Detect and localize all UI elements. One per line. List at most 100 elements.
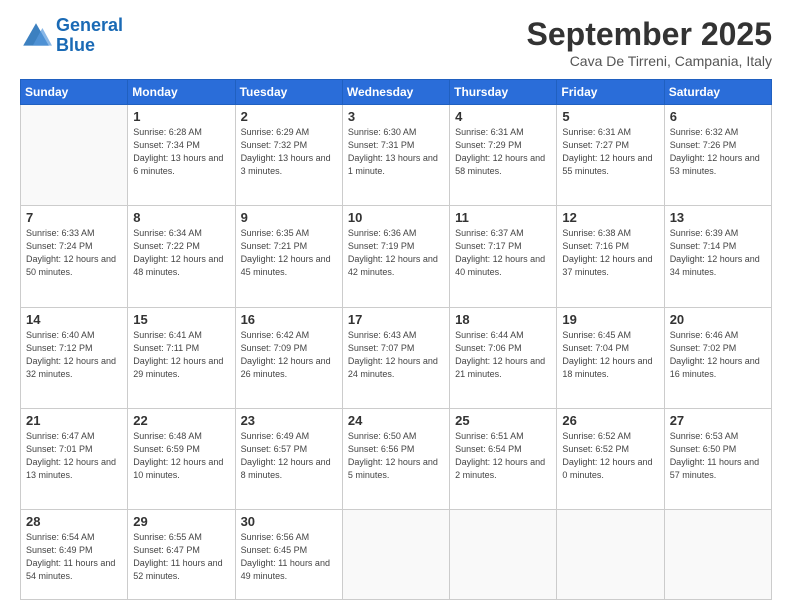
col-saturday: Saturday bbox=[664, 80, 771, 105]
day-number: 22 bbox=[133, 413, 229, 428]
calendar-cell: 2 Sunrise: 6:29 AM Sunset: 7:32 PM Daylig… bbox=[235, 105, 342, 206]
day-info: Sunrise: 6:46 AM Sunset: 7:02 PM Dayligh… bbox=[670, 329, 766, 381]
day-number: 29 bbox=[133, 514, 229, 529]
calendar-cell bbox=[342, 510, 449, 600]
calendar-cell: 22 Sunrise: 6:48 AM Sunset: 6:59 PM Dayli… bbox=[128, 408, 235, 509]
page: General Blue September 2025 Cava De Tirr… bbox=[0, 0, 792, 612]
day-info: Sunrise: 6:44 AM Sunset: 7:06 PM Dayligh… bbox=[455, 329, 551, 381]
day-info: Sunrise: 6:56 AM Sunset: 6:45 PM Dayligh… bbox=[241, 531, 337, 583]
month-title: September 2025 bbox=[527, 16, 772, 53]
day-number: 27 bbox=[670, 413, 766, 428]
day-info: Sunrise: 6:52 AM Sunset: 6:52 PM Dayligh… bbox=[562, 430, 658, 482]
calendar-cell bbox=[21, 105, 128, 206]
calendar-cell: 21 Sunrise: 6:47 AM Sunset: 7:01 PM Dayli… bbox=[21, 408, 128, 509]
col-friday: Friday bbox=[557, 80, 664, 105]
day-info: Sunrise: 6:28 AM Sunset: 7:34 PM Dayligh… bbox=[133, 126, 229, 178]
calendar-cell bbox=[557, 510, 664, 600]
day-info: Sunrise: 6:51 AM Sunset: 6:54 PM Dayligh… bbox=[455, 430, 551, 482]
calendar-cell: 7Sunrise: 6:33 AM Sunset: 7:24 PM Daylig… bbox=[21, 206, 128, 307]
day-number: 21 bbox=[26, 413, 122, 428]
calendar-cell: 3Sunrise: 6:30 AM Sunset: 7:31 PM Daylig… bbox=[342, 105, 449, 206]
day-info: Sunrise: 6:31 AM Sunset: 7:27 PM Dayligh… bbox=[562, 126, 658, 178]
day-info: Sunrise: 6:40 AM Sunset: 7:12 PM Dayligh… bbox=[26, 329, 122, 381]
col-tuesday: Tuesday bbox=[235, 80, 342, 105]
day-info: Sunrise: 6:41 AM Sunset: 7:11 PM Dayligh… bbox=[133, 329, 229, 381]
day-info: Sunrise: 6:36 AM Sunset: 7:19 PM Dayligh… bbox=[348, 227, 444, 279]
col-thursday: Thursday bbox=[450, 80, 557, 105]
day-info: Sunrise: 6:31 AM Sunset: 7:29 PM Dayligh… bbox=[455, 126, 551, 178]
calendar-cell bbox=[450, 510, 557, 600]
day-number: 8 bbox=[133, 210, 229, 225]
calendar-cell: 28Sunrise: 6:54 AM Sunset: 6:49 PM Dayli… bbox=[21, 510, 128, 600]
day-info: Sunrise: 6:38 AM Sunset: 7:16 PM Dayligh… bbox=[562, 227, 658, 279]
col-monday: Monday bbox=[128, 80, 235, 105]
day-number: 18 bbox=[455, 312, 551, 327]
calendar-cell: 9Sunrise: 6:35 AM Sunset: 7:21 PM Daylig… bbox=[235, 206, 342, 307]
calendar-cell: 25 Sunrise: 6:51 AM Sunset: 6:54 PM Dayli… bbox=[450, 408, 557, 509]
calendar-cell: 16 Sunrise: 6:42 AM Sunset: 7:09 PM Dayli… bbox=[235, 307, 342, 408]
day-info: Sunrise: 6:32 AM Sunset: 7:26 PM Dayligh… bbox=[670, 126, 766, 178]
day-info: Sunrise: 6:43 AM Sunset: 7:07 PM Dayligh… bbox=[348, 329, 444, 381]
day-number: 19 bbox=[562, 312, 658, 327]
day-info: Sunrise: 6:50 AM Sunset: 6:56 PM Dayligh… bbox=[348, 430, 444, 482]
day-info: Sunrise: 6:49 AM Sunset: 6:57 PM Dayligh… bbox=[241, 430, 337, 482]
calendar-cell: 29 Sunrise: 6:55 AM Sunset: 6:47 PM Dayli… bbox=[128, 510, 235, 600]
day-number: 6 bbox=[670, 109, 766, 124]
day-number: 10 bbox=[348, 210, 444, 225]
day-number: 28 bbox=[26, 514, 122, 529]
day-number: 24 bbox=[348, 413, 444, 428]
calendar-cell: 8Sunrise: 6:34 AM Sunset: 7:22 PM Daylig… bbox=[128, 206, 235, 307]
logo-text: General Blue bbox=[56, 16, 123, 56]
calendar-cell: 27 Sunrise: 6:53 AM Sunset: 6:50 PM Dayli… bbox=[664, 408, 771, 509]
header-row: Sunday Monday Tuesday Wednesday Thursday… bbox=[21, 80, 772, 105]
logo-line2: Blue bbox=[56, 35, 95, 55]
day-info: Sunrise: 6:30 AM Sunset: 7:31 PM Dayligh… bbox=[348, 126, 444, 178]
day-info: Sunrise: 6:29 AM Sunset: 7:32 PM Dayligh… bbox=[241, 126, 337, 178]
day-info: Sunrise: 6:39 AM Sunset: 7:14 PM Dayligh… bbox=[670, 227, 766, 279]
calendar-cell: 5 Sunrise: 6:31 AM Sunset: 7:27 PM Daylig… bbox=[557, 105, 664, 206]
day-info: Sunrise: 6:47 AM Sunset: 7:01 PM Dayligh… bbox=[26, 430, 122, 482]
col-wednesday: Wednesday bbox=[342, 80, 449, 105]
day-info: Sunrise: 6:45 AM Sunset: 7:04 PM Dayligh… bbox=[562, 329, 658, 381]
day-number: 4 bbox=[455, 109, 551, 124]
calendar-cell: 10 Sunrise: 6:36 AM Sunset: 7:19 PM Dayli… bbox=[342, 206, 449, 307]
title-block: September 2025 Cava De Tirreni, Campania… bbox=[527, 16, 772, 69]
day-number: 20 bbox=[670, 312, 766, 327]
day-number: 5 bbox=[562, 109, 658, 124]
calendar: Sunday Monday Tuesday Wednesday Thursday… bbox=[20, 79, 772, 600]
day-number: 13 bbox=[670, 210, 766, 225]
day-number: 12 bbox=[562, 210, 658, 225]
logo-icon bbox=[20, 20, 52, 52]
logo: General Blue bbox=[20, 16, 123, 56]
calendar-cell: 17 Sunrise: 6:43 AM Sunset: 7:07 PM Dayli… bbox=[342, 307, 449, 408]
day-number: 16 bbox=[241, 312, 337, 327]
day-number: 25 bbox=[455, 413, 551, 428]
day-number: 15 bbox=[133, 312, 229, 327]
day-number: 11 bbox=[455, 210, 551, 225]
day-number: 17 bbox=[348, 312, 444, 327]
calendar-cell: 19 Sunrise: 6:45 AM Sunset: 7:04 PM Dayli… bbox=[557, 307, 664, 408]
calendar-cell: 14 Sunrise: 6:40 AM Sunset: 7:12 PM Dayli… bbox=[21, 307, 128, 408]
day-number: 30 bbox=[241, 514, 337, 529]
calendar-cell: 12 Sunrise: 6:38 AM Sunset: 7:16 PM Dayli… bbox=[557, 206, 664, 307]
header: General Blue September 2025 Cava De Tirr… bbox=[20, 16, 772, 69]
day-info: Sunrise: 6:53 AM Sunset: 6:50 PM Dayligh… bbox=[670, 430, 766, 482]
day-info: Sunrise: 6:37 AM Sunset: 7:17 PM Dayligh… bbox=[455, 227, 551, 279]
day-number: 14 bbox=[26, 312, 122, 327]
calendar-cell: 13 Sunrise: 6:39 AM Sunset: 7:14 PM Dayli… bbox=[664, 206, 771, 307]
logo-line1: General bbox=[56, 15, 123, 35]
day-info: Sunrise: 6:55 AM Sunset: 6:47 PM Dayligh… bbox=[133, 531, 229, 583]
day-number: 26 bbox=[562, 413, 658, 428]
day-number: 23 bbox=[241, 413, 337, 428]
col-sunday: Sunday bbox=[21, 80, 128, 105]
day-number: 9 bbox=[241, 210, 337, 225]
calendar-cell: 6 Sunrise: 6:32 AM Sunset: 7:26 PM Daylig… bbox=[664, 105, 771, 206]
calendar-cell bbox=[664, 510, 771, 600]
day-info: Sunrise: 6:42 AM Sunset: 7:09 PM Dayligh… bbox=[241, 329, 337, 381]
calendar-cell: 11 Sunrise: 6:37 AM Sunset: 7:17 PM Dayli… bbox=[450, 206, 557, 307]
calendar-cell: 1Sunrise: 6:28 AM Sunset: 7:34 PM Daylig… bbox=[128, 105, 235, 206]
calendar-cell: 20 Sunrise: 6:46 AM Sunset: 7:02 PM Dayli… bbox=[664, 307, 771, 408]
day-info: Sunrise: 6:48 AM Sunset: 6:59 PM Dayligh… bbox=[133, 430, 229, 482]
day-number: 2 bbox=[241, 109, 337, 124]
calendar-cell: 26 Sunrise: 6:52 AM Sunset: 6:52 PM Dayli… bbox=[557, 408, 664, 509]
